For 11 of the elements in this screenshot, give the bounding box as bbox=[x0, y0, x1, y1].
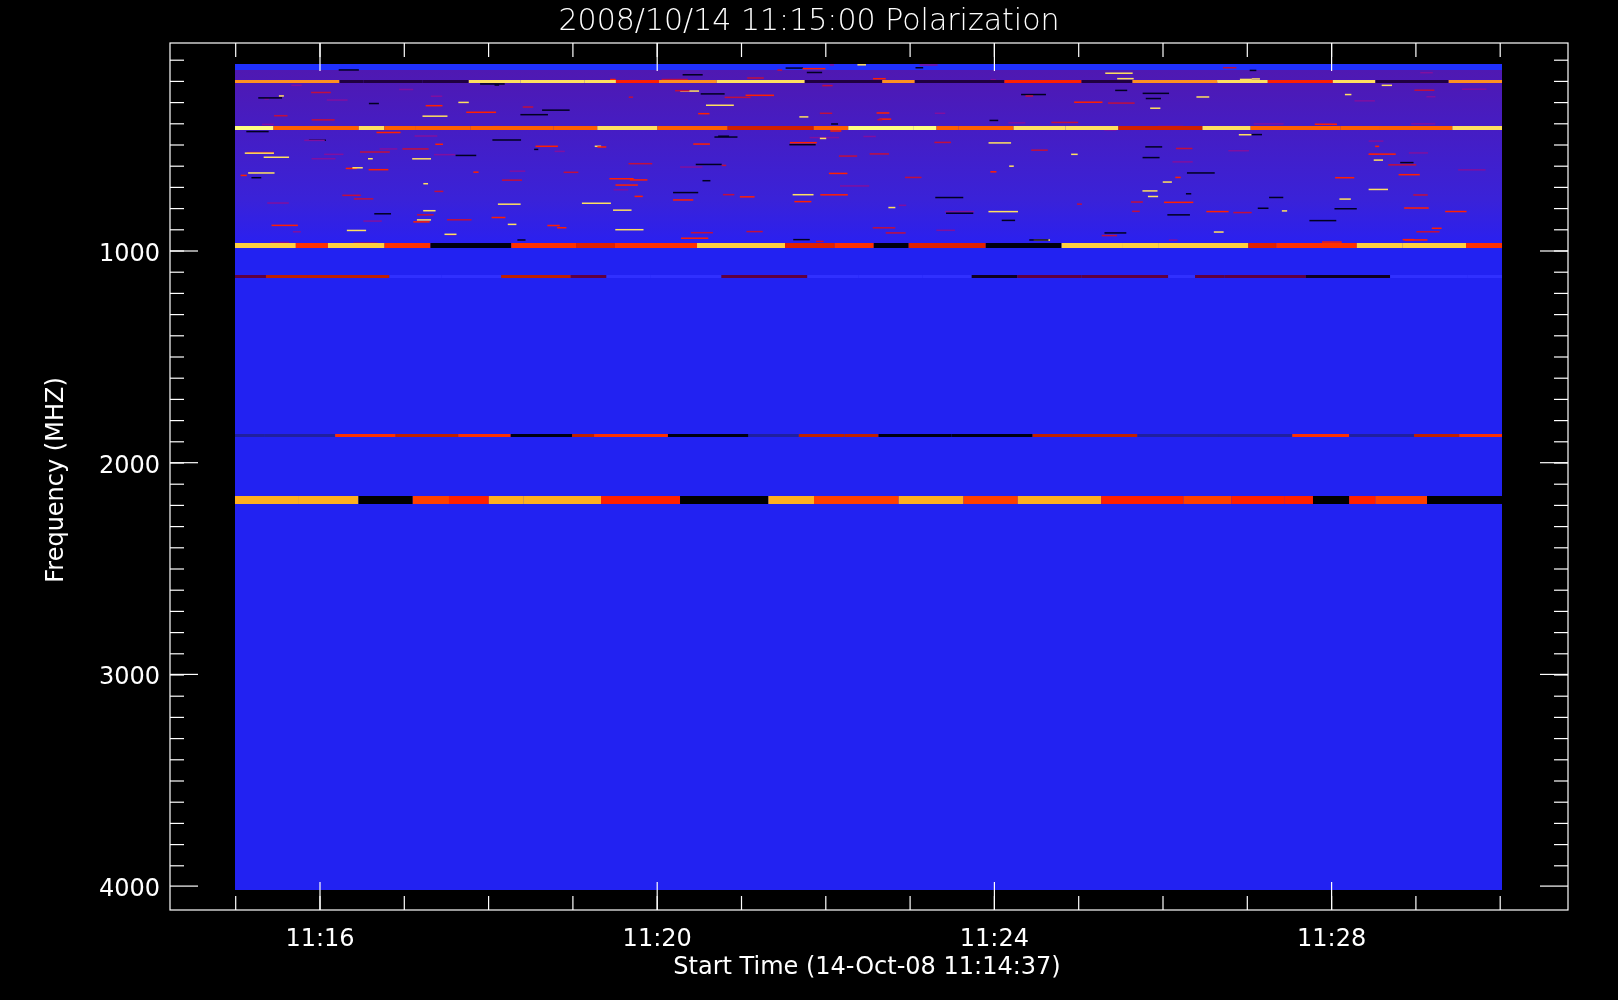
tick-label: 2000 bbox=[98, 450, 160, 479]
tick-label: 1000 bbox=[98, 239, 160, 267]
axis-label: Frequency (MHZ) bbox=[41, 377, 69, 583]
tick-label: 3000 bbox=[98, 662, 160, 691]
tick-label: 11:24 bbox=[959, 924, 1029, 952]
plot-title: 2008/10/14 11:15:00 Polarization bbox=[558, 2, 1060, 37]
tick-label: 11:16 bbox=[285, 924, 355, 952]
tick-label: 4000 bbox=[98, 874, 160, 903]
axis-label: Start Time (14-Oct-08 11:14:37) bbox=[673, 952, 1061, 980]
tick-label: 11:28 bbox=[1297, 924, 1367, 952]
tick-label: 11:20 bbox=[622, 924, 692, 952]
